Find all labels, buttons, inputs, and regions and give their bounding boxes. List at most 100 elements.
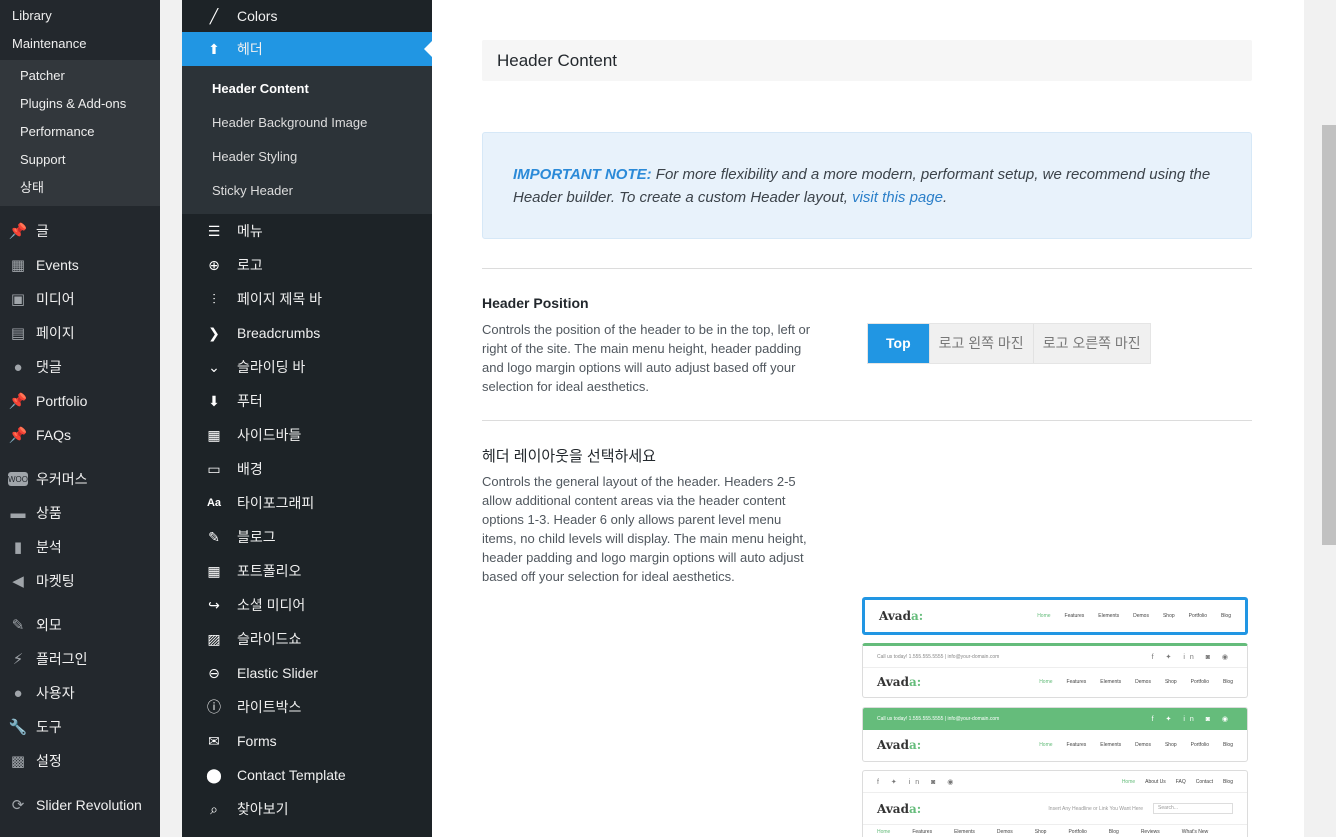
preview-social-icons: f ✦ in ◙ ◉ xyxy=(1151,653,1233,661)
wp-menu-marketing[interactable]: ◀ 마켓팅 xyxy=(0,564,160,598)
calendar-icon: ▦ xyxy=(10,257,26,274)
wp-menu: 📌 글 ▦ Events ▣ 미디어 ▤ 페이지 ● 댓글 📌 Portfolio 📌 FAQ… xyxy=(0,206,160,822)
refresh-icon: ⟳ xyxy=(11,797,25,814)
wp-submenu: Patcher Plugins & Add-ons Performance Su… xyxy=(0,60,160,206)
scrollbar-thumb[interactable] xyxy=(1322,125,1336,545)
avada-tab-background[interactable]: ▭ 배경 xyxy=(182,452,432,486)
menu-icon: ☰ xyxy=(207,222,221,239)
preview-top-nav: Home About Us FAQ Contact Blog xyxy=(1121,778,1233,785)
wp-admin-sidebar: Library Maintenance Patcher Plugins & Ad… xyxy=(0,0,160,837)
avada-tab-social-media[interactable]: ↪ 소셜 미디어 xyxy=(182,588,432,622)
avada-sub-header-background-image[interactable]: Header Background Image xyxy=(182,106,432,140)
divider xyxy=(482,268,1252,269)
wp-submenu-maintenance[interactable]: Maintenance xyxy=(0,30,160,58)
chevron-right-icon: ❯ xyxy=(208,324,220,341)
wp-top-submenu: Library Maintenance xyxy=(0,0,160,58)
avada-tab-forms[interactable]: ✉ Forms xyxy=(182,724,432,758)
avada-tab-header[interactable]: ⬆ 헤더 xyxy=(182,32,432,66)
bar-chart-icon: ▮ xyxy=(13,539,23,556)
header-layout-option-4[interactable]: f ✦ in ◙ ◉ Home About Us FAQ Contact Blog Av… xyxy=(862,770,1248,837)
wp-menu-pages[interactable]: ▤ 페이지 xyxy=(0,316,160,350)
woo-icon: WOO xyxy=(8,472,28,486)
wp-submenu-support[interactable]: Support xyxy=(0,146,160,174)
position-left-button[interactable]: 로고 왼쪽 마진 xyxy=(930,324,1034,363)
brush-icon: ╱ xyxy=(209,7,219,24)
preview-nav: Home Features Elements Demos Shop Portfolio Bl… xyxy=(1039,742,1233,748)
media-icon: ▣ xyxy=(10,291,26,308)
preview-nav: Home Features Elements Demos Shop Portfolio Bl… xyxy=(1039,679,1233,685)
wp-menu-posts[interactable]: 📌 글 xyxy=(0,214,160,248)
header-layout-option-2[interactable]: Call us today! 1.555.555.5555 | info@you… xyxy=(862,643,1248,698)
wp-menu-woocommerce[interactable]: WOO 우커머스 xyxy=(0,462,160,496)
header-layout-option-3[interactable]: Call us today! 1.555.555.5555 | info@you… xyxy=(862,707,1248,762)
header-position-button-group: Top 로고 왼쪽 마진 로고 오른쪽 마진 xyxy=(867,323,1151,364)
wp-menu-portfolio[interactable]: 📌 Portfolio xyxy=(0,384,160,418)
avada-tab-elastic-slider[interactable]: ⊖ Elastic Slider xyxy=(182,656,432,690)
preview-social-icons: f ✦ in ◙ ◉ xyxy=(877,778,959,786)
avada-sub-header-content[interactable]: Header Content xyxy=(182,72,432,106)
user-icon: ● xyxy=(13,684,23,702)
wp-menu-events[interactable]: ▦ Events xyxy=(0,248,160,282)
avada-tab-search[interactable]: ⌕ 찾아보기 xyxy=(182,792,432,826)
wp-submenu-status[interactable]: 상태 xyxy=(0,174,160,202)
chevron-down-icon: ⌄ xyxy=(208,358,220,375)
avada-tab-slideshow[interactable]: ▨ 슬라이드쇼 xyxy=(182,622,432,656)
wp-menu-plugins[interactable]: ⚡ 플러그인 xyxy=(0,642,160,676)
header-position-desc: Controls the position of the header to b… xyxy=(482,322,811,394)
preview-logo: Avada: xyxy=(877,801,922,816)
preview-nav: Home Features Elements Demos Shop Portfolio Bl… xyxy=(1037,613,1231,619)
important-note: IMPORTANT NOTE: For more flexibility and… xyxy=(482,132,1252,239)
wp-submenu-patcher[interactable]: Patcher xyxy=(0,62,160,90)
wp-menu-comments[interactable]: ● 댓글 xyxy=(0,350,160,384)
comment-icon: ● xyxy=(13,358,23,376)
section-title: Header Content xyxy=(482,40,1252,81)
avada-sub-sticky-header[interactable]: Sticky Header xyxy=(182,174,432,208)
search-icon: ⌕ xyxy=(210,800,218,817)
wp-submenu-plugins[interactable]: Plugins & Add-ons xyxy=(0,90,160,118)
avada-tab-sliding-bar[interactable]: ⌄ 슬라이딩 바 xyxy=(182,350,432,384)
preview-contact: Call us today! 1.555.555.5555 | info@you… xyxy=(877,716,1000,722)
header-layout-option-1[interactable]: Avada: Home Features Elements Demos Shop Port… xyxy=(862,597,1248,635)
wp-menu-faqs[interactable]: 📌 FAQs xyxy=(0,418,160,452)
brush-icon: ✎ xyxy=(11,617,25,634)
avada-tab-menu[interactable]: ☰ 메뉴 xyxy=(182,214,432,248)
avada-tab-typography[interactable]: Aa 타이포그래피 xyxy=(182,486,432,520)
avada-tab-colors[interactable]: ╱ Colors xyxy=(182,0,432,32)
share-icon: ↪ xyxy=(208,596,220,613)
preview-contact: Call us today! 1.555.555.5555 | info@you… xyxy=(877,653,1000,660)
preview-logo: Avada: xyxy=(877,738,922,752)
preview-ad-text: Insert Any Headline or Link You Want Her… xyxy=(1048,805,1143,812)
wp-menu-products[interactable]: ▬ 상품 xyxy=(0,496,160,530)
wp-menu-analytics[interactable]: ▮ 분석 xyxy=(0,530,160,564)
wp-menu-users[interactable]: ● 사용자 xyxy=(0,676,160,710)
position-right-button[interactable]: 로고 오른쪽 마진 xyxy=(1034,324,1150,363)
arrow-down-icon: ⬇ xyxy=(208,392,220,409)
position-top-button[interactable]: Top xyxy=(868,324,930,363)
header-layout-title: 헤더 레이아웃을 선택하세요 xyxy=(482,448,656,465)
avada-tab-sidebars[interactable]: ▦ 사이드바들 xyxy=(182,418,432,452)
wp-menu-tools[interactable]: 🔧 도구 xyxy=(0,710,160,744)
pin-icon: 📌 xyxy=(8,223,28,240)
avada-tab-logo[interactable]: ⊕ 로고 xyxy=(182,248,432,282)
avada-tab-page-title-bar[interactable]: ⫶ 페이지 제목 바 xyxy=(182,282,432,316)
avada-tab-blog[interactable]: ✎ 블로그 xyxy=(182,520,432,554)
avada-tab-contact-template[interactable]: ⬤ Contact Template xyxy=(182,758,432,792)
avada-tab-lightbox[interactable]: ⓘ 라이트박스 xyxy=(182,690,432,724)
avada-sub-header-styling[interactable]: Header Styling xyxy=(182,140,432,174)
note-link[interactable]: visit this page xyxy=(852,189,943,206)
wp-menu-slider-revolution[interactable]: ⟳ Slider Revolution xyxy=(0,788,160,822)
preview-social-icons: f ✦ in ◙ ◉ xyxy=(1151,716,1233,723)
avada-tab-breadcrumbs[interactable]: ❯ Breadcrumbs xyxy=(182,316,432,350)
note-label: IMPORTANT NOTE: xyxy=(513,166,652,183)
wp-submenu-library[interactable]: Library xyxy=(0,2,160,30)
monitor-icon: ▭ xyxy=(207,460,221,477)
wp-menu-appearance[interactable]: ✎ 외모 xyxy=(0,608,160,642)
avada-options-sidebar: ╱ Colors ⬆ 헤더 Header Content Header Backgr… xyxy=(182,0,432,837)
wp-menu-media[interactable]: ▣ 미디어 xyxy=(0,282,160,316)
wp-menu-settings[interactable]: ▩ 설정 xyxy=(0,744,160,778)
avada-tab-portfolio[interactable]: ▦ 포트폴리오 xyxy=(182,554,432,588)
avada-header-submenu: Header Content Header Background Image H… xyxy=(182,66,432,214)
wp-submenu-performance[interactable]: Performance xyxy=(0,118,160,146)
avada-tab-footer[interactable]: ⬇ 푸터 xyxy=(182,384,432,418)
plus-circle-icon: ⊕ xyxy=(208,256,220,273)
